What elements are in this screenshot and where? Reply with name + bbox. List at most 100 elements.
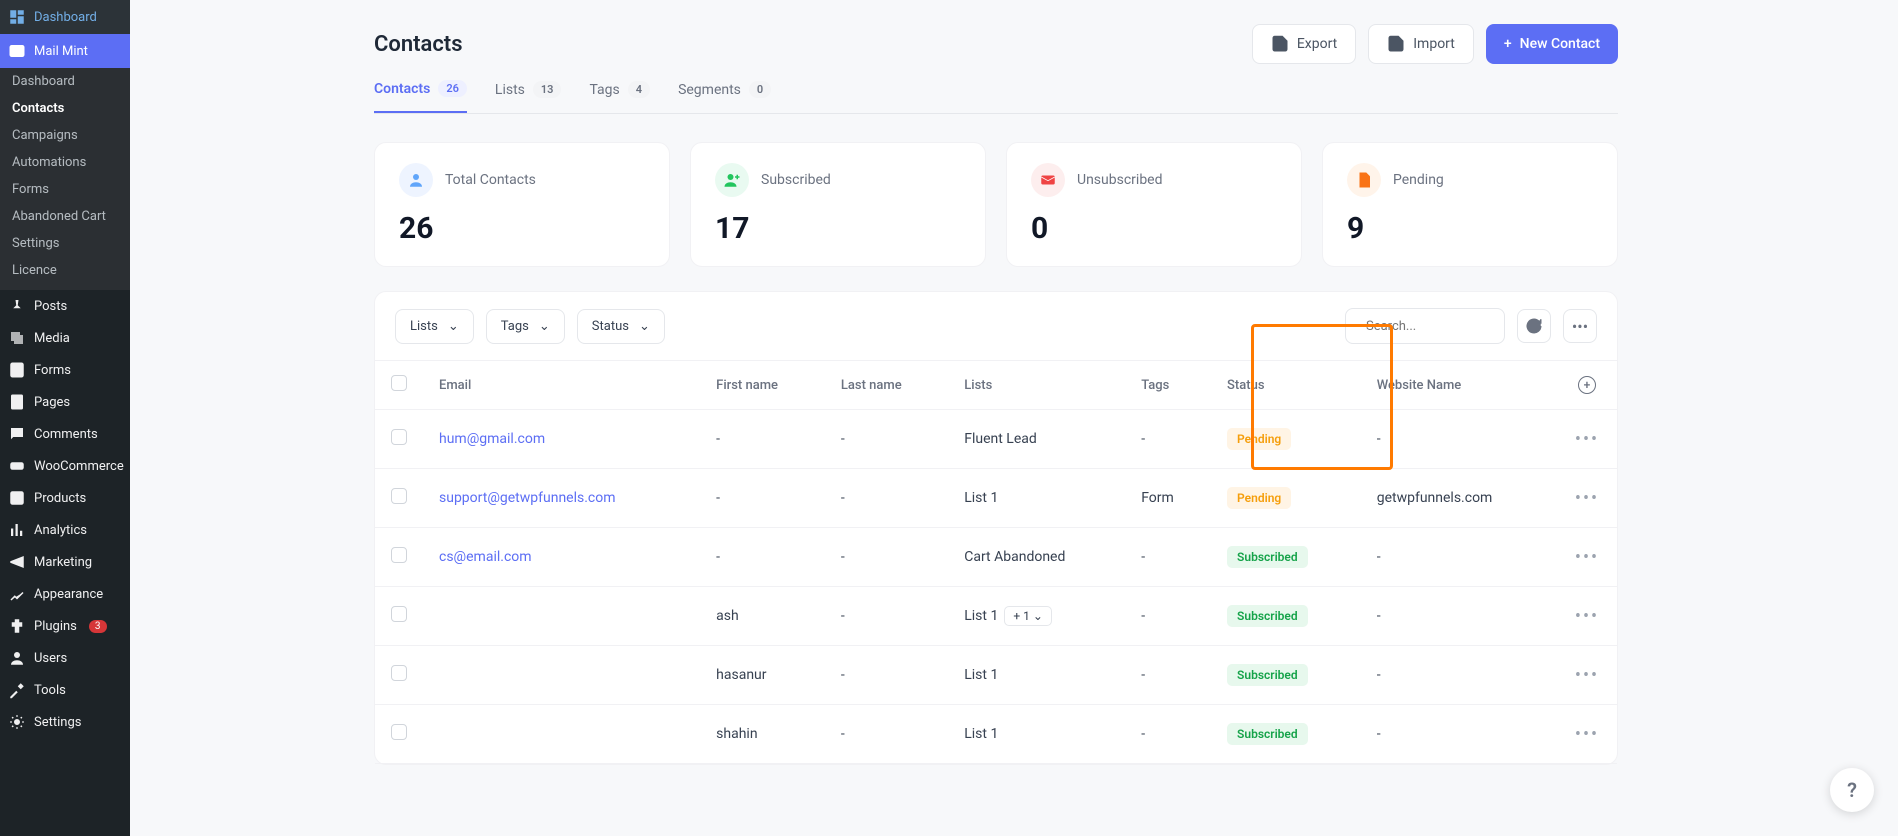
cell-lists: Cart Abandoned (948, 528, 1125, 587)
stat-card-unsubscribed: Unsubscribed0 (1006, 142, 1302, 267)
refresh-button[interactable] (1517, 309, 1551, 343)
row-checkbox[interactable] (391, 547, 407, 563)
filter-status[interactable]: Status⌄ (577, 309, 665, 344)
main-content: Contacts Export Import + New Contact Con… (130, 0, 1898, 836)
col-tags: Tags (1125, 361, 1211, 410)
table-row: shahin-List 1-Subscribed-••• (375, 705, 1617, 764)
sidebar-item-dashboard[interactable]: Dashboard (0, 0, 130, 34)
row-more-button[interactable]: ••• (1573, 547, 1601, 568)
submenu-item-contacts[interactable]: Contacts (0, 95, 130, 122)
sidebar-item-pages[interactable]: Pages (0, 386, 130, 418)
import-button[interactable]: Import (1368, 24, 1474, 64)
tab-tags[interactable]: Tags4 (589, 80, 650, 113)
tab-segments[interactable]: Segments0 (678, 80, 771, 113)
filter-lists[interactable]: Lists⌄ (395, 309, 474, 344)
cell-lists: List 1 (948, 705, 1125, 764)
cell-tags: - (1125, 410, 1211, 469)
help-icon: ? (1847, 778, 1857, 802)
tab-lists[interactable]: Lists13 (495, 80, 562, 113)
row-checkbox[interactable] (391, 665, 407, 681)
cell-website: getwpfunnels.com (1361, 469, 1557, 528)
cell-website: - (1361, 528, 1557, 587)
chevron-down-icon: ⌄ (639, 319, 650, 334)
products-icon (8, 489, 26, 507)
table-row: cs@email.com--Cart Abandoned-Subscribed-… (375, 528, 1617, 587)
submenu-item-automations[interactable]: Automations (0, 149, 130, 176)
sidebar-item-products[interactable]: Products (0, 482, 130, 514)
row-checkbox[interactable] (391, 429, 407, 445)
export-icon (1271, 35, 1289, 53)
cell-first-name: shahin (700, 705, 825, 764)
row-checkbox[interactable] (391, 724, 407, 740)
cell-first-name: - (700, 469, 825, 528)
select-all-checkbox[interactable] (391, 375, 407, 391)
submenu-item-licence[interactable]: Licence (0, 257, 130, 284)
cell-last-name: - (825, 528, 948, 587)
sidebar-item-users[interactable]: Users (0, 642, 130, 674)
email-link[interactable]: support@getwpfunnels.com (439, 490, 616, 506)
email-link[interactable]: hum@gmail.com (439, 431, 545, 447)
more-options-button[interactable]: ••• (1563, 309, 1597, 343)
filter-tags[interactable]: Tags⌄ (486, 309, 565, 344)
settings-icon (8, 713, 26, 731)
cell-status: Subscribed (1211, 528, 1361, 587)
help-fab[interactable]: ? (1830, 768, 1874, 812)
row-checkbox[interactable] (391, 488, 407, 504)
sidebar-item-tools[interactable]: Tools (0, 674, 130, 706)
new-contact-button[interactable]: + New Contact (1486, 24, 1618, 64)
cell-website: - (1361, 705, 1557, 764)
sidebar-item-marketing[interactable]: Marketing (0, 546, 130, 578)
pin-icon (8, 297, 26, 315)
submenu-item-forms[interactable]: Forms (0, 176, 130, 203)
email-link[interactable]: cs@email.com (439, 549, 532, 565)
cell-status: Subscribed (1211, 705, 1361, 764)
search-input[interactable] (1366, 319, 1532, 334)
submenu-item-settings[interactable]: Settings (0, 230, 130, 257)
sidebar-item-media[interactable]: Media (0, 322, 130, 354)
row-more-button[interactable]: ••• (1573, 488, 1601, 509)
add-column-button[interactable]: + (1578, 376, 1596, 394)
cell-tags: Form (1125, 469, 1211, 528)
sidebar-item-settings[interactable]: Settings (0, 706, 130, 738)
row-more-button[interactable]: ••• (1573, 724, 1601, 745)
refresh-icon (1525, 317, 1543, 335)
sidebar-item-posts[interactable]: Posts (0, 290, 130, 322)
sidebar-item-appearance[interactable]: Appearance (0, 578, 130, 610)
table-row: hasanur-List 1-Subscribed-••• (375, 646, 1617, 705)
sidebar-item-comments[interactable]: Comments (0, 418, 130, 450)
sidebar-item-analytics[interactable]: Analytics (0, 514, 130, 546)
submenu-item-dashboard[interactable]: Dashboard (0, 68, 130, 95)
sidebar-item-mail-mint[interactable]: Mail Mint (0, 34, 130, 68)
cell-tags: - (1125, 705, 1211, 764)
cell-status: Pending (1211, 410, 1361, 469)
export-button[interactable]: Export (1252, 24, 1356, 64)
submenu-item-campaigns[interactable]: Campaigns (0, 122, 130, 149)
plugins-icon (8, 617, 26, 635)
col-website-name: Website Name (1361, 361, 1557, 410)
dots-icon: ••• (1572, 317, 1588, 336)
appearance-icon (8, 585, 26, 603)
forms-icon (8, 361, 26, 379)
submenu-item-abandoned-cart[interactable]: Abandoned Cart (0, 203, 130, 230)
users-icon (8, 649, 26, 667)
lists-extra[interactable]: + 1 ⌄ (1004, 606, 1052, 626)
row-more-button[interactable]: ••• (1573, 606, 1601, 627)
sidebar-item-woocommerce[interactable]: WooCommerce (0, 450, 130, 482)
search-input-wrap[interactable] (1345, 308, 1505, 344)
row-more-button[interactable]: ••• (1573, 429, 1601, 450)
cell-email (423, 646, 700, 705)
cell-website: - (1361, 410, 1557, 469)
chevron-down-icon: ⌄ (539, 319, 550, 334)
cell-last-name: - (825, 587, 948, 646)
woo-icon (8, 457, 26, 475)
row-checkbox[interactable] (391, 606, 407, 622)
tab-contacts[interactable]: Contacts26 (374, 80, 467, 113)
cell-last-name: - (825, 646, 948, 705)
row-more-button[interactable]: ••• (1573, 665, 1601, 686)
analytics-icon (8, 521, 26, 539)
sidebar-item-forms[interactable]: Forms (0, 354, 130, 386)
cell-lists: List 1+ 1 ⌄ (948, 587, 1125, 646)
sidebar-item-plugins[interactable]: Plugins3 (0, 610, 130, 642)
tabs: Contacts26 Lists13 Tags4 Segments0 (374, 80, 1618, 114)
cell-status: Subscribed (1211, 587, 1361, 646)
